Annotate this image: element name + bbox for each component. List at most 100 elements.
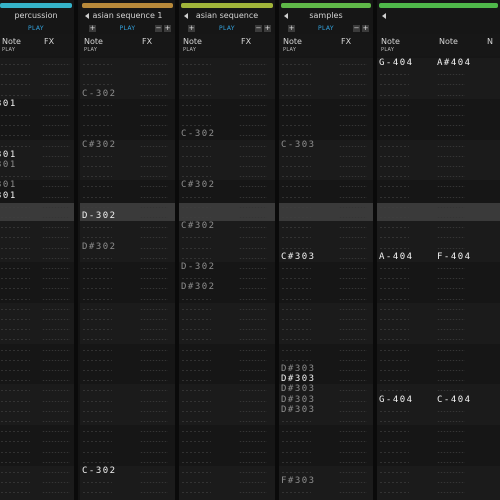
pattern-row[interactable] (179, 242, 275, 252)
pattern-row[interactable] (0, 435, 74, 445)
empty-note-cell[interactable] (379, 237, 409, 239)
empty-note-cell[interactable] (379, 472, 409, 473)
empty-fx-cell[interactable] (239, 268, 267, 269)
pattern-row[interactable]: D-302 (179, 262, 275, 272)
pattern-row[interactable] (279, 293, 373, 303)
pattern-row[interactable] (279, 231, 373, 241)
pattern-row[interactable] (80, 160, 175, 170)
pattern-row[interactable] (279, 129, 373, 139)
empty-fx-cell[interactable] (239, 64, 267, 65)
empty-fx-cell[interactable] (437, 492, 465, 494)
pattern-row[interactable] (80, 293, 175, 303)
empty-note-cell[interactable] (0, 492, 30, 494)
empty-note-cell[interactable] (82, 115, 112, 116)
empty-fx-cell[interactable] (42, 451, 70, 453)
pattern-row[interactable] (377, 435, 500, 445)
pattern-row[interactable] (80, 262, 175, 272)
empty-note-cell[interactable] (281, 339, 311, 341)
empty-fx-cell[interactable] (239, 227, 267, 229)
empty-fx-cell[interactable] (339, 319, 367, 320)
empty-fx-cell[interactable] (339, 217, 367, 218)
empty-fx-cell[interactable] (339, 482, 367, 484)
empty-note-cell[interactable] (181, 472, 211, 473)
empty-note-cell[interactable] (181, 145, 211, 147)
pattern-row[interactable] (377, 364, 500, 374)
note-cell[interactable]: 301 (0, 180, 17, 190)
empty-fx-cell[interactable] (339, 359, 367, 361)
pattern-row[interactable] (80, 486, 175, 496)
empty-note-cell[interactable] (379, 145, 409, 147)
empty-fx-cell[interactable] (437, 329, 465, 331)
pattern-row[interactable] (179, 466, 275, 476)
empty-note-cell[interactable] (0, 176, 30, 178)
empty-note-cell[interactable] (379, 155, 409, 157)
empty-fx-cell[interactable] (140, 492, 168, 494)
empty-fx-cell[interactable] (239, 390, 267, 392)
empty-fx-cell[interactable] (339, 125, 367, 127)
empty-fx-cell[interactable] (140, 410, 168, 412)
pattern-row[interactable] (279, 68, 373, 78)
pattern-row[interactable] (179, 323, 275, 333)
empty-fx-cell[interactable] (437, 349, 465, 351)
empty-note-cell[interactable] (281, 237, 311, 239)
empty-fx-cell[interactable] (437, 176, 465, 178)
empty-fx-cell[interactable] (339, 288, 367, 290)
empty-fx-cell[interactable] (42, 227, 70, 229)
empty-note-cell[interactable] (0, 84, 30, 86)
empty-fx-cell[interactable] (339, 308, 367, 310)
note-cell[interactable]: D#303 (281, 364, 316, 374)
empty-fx-cell[interactable] (42, 298, 70, 300)
pattern-row[interactable] (0, 109, 74, 119)
empty-note-cell[interactable] (281, 84, 311, 86)
empty-note-cell[interactable] (0, 74, 30, 76)
empty-note-cell[interactable] (181, 370, 211, 371)
empty-note-cell[interactable] (82, 206, 112, 208)
pattern-row[interactable] (80, 374, 175, 384)
empty-fx-cell[interactable] (239, 247, 267, 249)
empty-fx-cell[interactable] (339, 145, 367, 147)
empty-note-cell[interactable] (82, 278, 112, 280)
pattern-row[interactable] (179, 99, 275, 109)
empty-fx-cell[interactable] (140, 472, 168, 473)
empty-note-cell[interactable] (281, 74, 311, 76)
empty-fx-cell[interactable] (140, 196, 168, 198)
empty-note-cell[interactable] (281, 451, 311, 453)
empty-note-cell[interactable] (281, 104, 311, 106)
empty-fx-cell[interactable] (339, 441, 367, 443)
empty-note-cell[interactable] (281, 217, 311, 218)
empty-fx-cell[interactable] (339, 135, 367, 137)
empty-note-cell[interactable] (281, 166, 311, 167)
empty-note-cell[interactable] (181, 278, 211, 280)
note-cell[interactable]: C#302 (181, 221, 216, 231)
empty-note-cell[interactable] (82, 380, 112, 382)
empty-note-cell[interactable] (0, 308, 30, 310)
pattern-row[interactable] (377, 78, 500, 88)
pattern-row[interactable]: D#302 (179, 282, 275, 292)
pattern-row[interactable] (279, 160, 373, 170)
pattern-row[interactable] (179, 425, 275, 435)
empty-fx-cell[interactable] (140, 227, 168, 229)
empty-fx-cell[interactable] (437, 370, 465, 371)
column-header-fx[interactable]: FX (341, 37, 351, 46)
pattern-row[interactable] (279, 313, 373, 323)
pattern-row[interactable] (80, 364, 175, 374)
empty-note-cell[interactable] (0, 421, 30, 422)
empty-note-cell[interactable] (379, 94, 409, 96)
empty-fx-cell[interactable] (239, 84, 267, 86)
pattern-row[interactable] (377, 211, 500, 221)
pattern-row[interactable]: 301 (0, 150, 74, 160)
empty-fx-cell[interactable] (239, 380, 267, 382)
column-header-fx[interactable]: FX (44, 37, 54, 46)
empty-fx-cell[interactable] (140, 206, 168, 208)
empty-fx-cell[interactable] (42, 196, 70, 198)
pattern-row[interactable] (179, 435, 275, 445)
empty-fx-cell[interactable] (42, 431, 70, 433)
empty-note-cell[interactable] (82, 339, 112, 341)
pattern-row[interactable] (179, 405, 275, 415)
pattern-row[interactable] (377, 201, 500, 211)
empty-note-cell[interactable] (281, 288, 311, 290)
empty-note-cell[interactable] (181, 104, 211, 106)
empty-note-cell[interactable] (281, 94, 311, 96)
pattern-row[interactable] (377, 476, 500, 486)
empty-note-cell[interactable] (82, 176, 112, 178)
